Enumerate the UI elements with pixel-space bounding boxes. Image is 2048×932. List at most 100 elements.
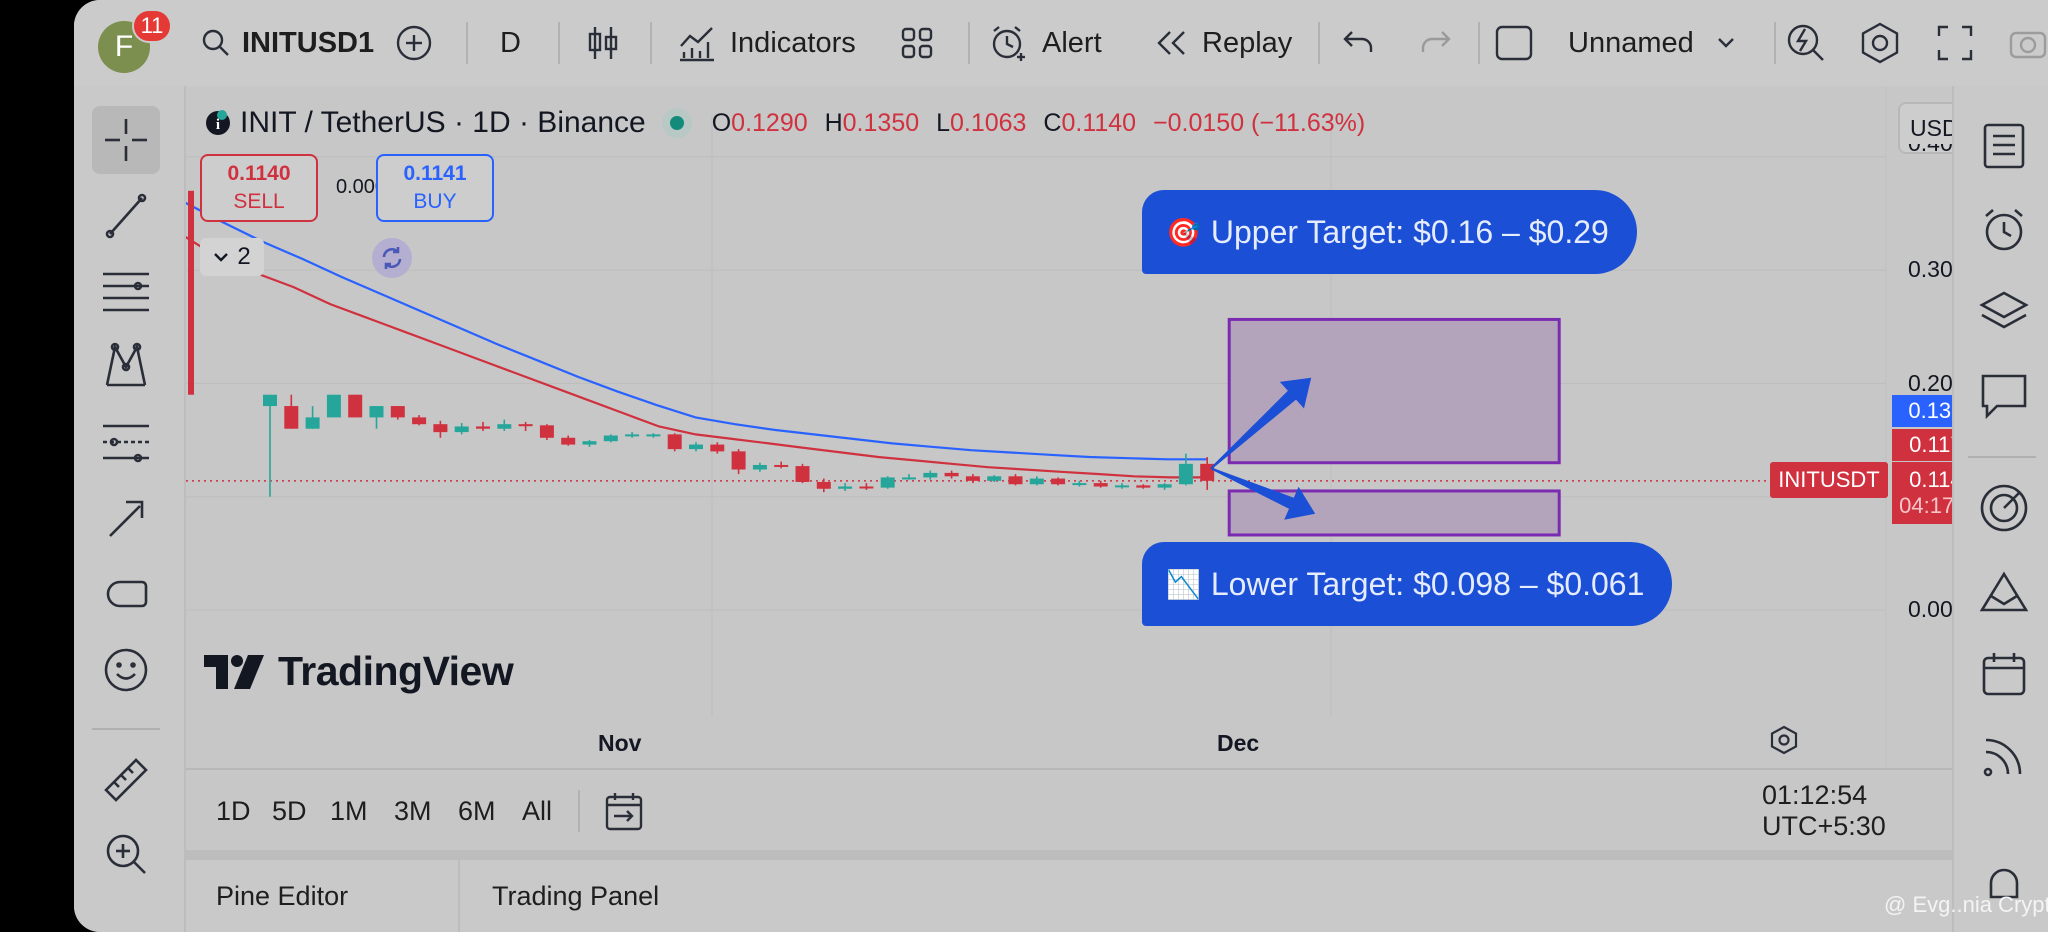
shape-tool[interactable]: [92, 560, 160, 628]
range-5d[interactable]: 5D: [272, 770, 307, 852]
watchlist-button[interactable]: [1974, 116, 2034, 176]
range-3m[interactable]: 3M: [394, 770, 432, 852]
candle-body: [987, 476, 1002, 481]
interval-button[interactable]: D: [500, 0, 521, 86]
axis-settings-button[interactable]: [1766, 722, 1802, 758]
change-value: −0.0150 (−11.63%): [1153, 108, 1366, 137]
lightning-search-icon: [1784, 21, 1828, 65]
indicators-collapse-button[interactable]: 2: [200, 238, 264, 276]
open-value: 0.1290: [731, 108, 808, 137]
fib-lines-icon: [100, 266, 152, 314]
notes-list-icon: [1981, 122, 2027, 170]
refresh-button[interactable]: [372, 238, 412, 278]
top-toolbar: F 11 INITUSD1 D Indicators Alert Replay …: [74, 0, 2048, 86]
candle-body: [284, 406, 299, 429]
fullscreen-button[interactable]: [1936, 0, 1974, 86]
alarm-clock-icon: [1980, 206, 2028, 254]
replay-button[interactable]: Replay: [1154, 0, 1292, 86]
range-1m[interactable]: 1M: [330, 770, 368, 852]
trend-line-tool[interactable]: [92, 182, 160, 250]
indicators-button[interactable]: Indicators: [678, 0, 856, 86]
candle-body: [390, 406, 405, 418]
trading-app: F 11 INITUSD1 D Indicators Alert Replay …: [74, 0, 2048, 932]
market-status-dot: [661, 108, 692, 138]
tradingview-logo: TradingView: [204, 648, 514, 695]
zoom-tool[interactable]: [92, 820, 160, 888]
compare-button[interactable]: [394, 0, 434, 86]
symbol-search[interactable]: INITUSD1: [200, 0, 374, 86]
alerts-panel-button[interactable]: [1974, 200, 2034, 260]
pattern-tool[interactable]: [92, 332, 160, 400]
chart-pane[interactable]: i INIT / TetherUS · 1D · Binance O0.1290…: [186, 86, 2016, 768]
ideas-button[interactable]: [1974, 562, 2034, 622]
templates-button[interactable]: [900, 0, 934, 86]
slow-ma-line: [186, 201, 1208, 461]
buy-label: BUY: [413, 190, 457, 213]
candle-body: [539, 425, 554, 438]
candle-body: [710, 444, 725, 452]
fib-tool[interactable]: [92, 256, 160, 324]
tab-pine-editor[interactable]: Pine Editor: [216, 860, 348, 932]
candle-body: [518, 424, 533, 427]
quick-search-button[interactable]: [1784, 0, 1828, 86]
candle-body: [1178, 463, 1193, 485]
settings-button[interactable]: [1858, 0, 1902, 86]
symbol-title[interactable]: INIT / TetherUS · 1D · Binance: [240, 106, 646, 140]
candle-body: [326, 394, 341, 418]
redo-button[interactable]: [1418, 0, 1452, 86]
camera-icon: [2008, 25, 2048, 61]
undo-button[interactable]: [1342, 0, 1376, 86]
ruler-icon: [102, 756, 150, 804]
chart-type-button[interactable]: [586, 0, 620, 86]
crosshair-tool[interactable]: [92, 106, 160, 174]
tradingview-logo-icon: [204, 654, 266, 689]
candle-body: [1051, 478, 1066, 485]
ohlc-values: O0.1290 H0.1350 L0.1063 C0.1140 −0.0150 …: [711, 108, 1366, 137]
arrow-pen-icon: [102, 494, 150, 542]
measure-tool[interactable]: [92, 746, 160, 814]
brush-tool[interactable]: [92, 484, 160, 552]
sell-label: SELL: [233, 190, 285, 213]
upper-target-label[interactable]: 🎯 Upper Target: $0.16 – $0.29: [1142, 190, 1637, 274]
forecast-tool[interactable]: [92, 408, 160, 476]
hexagon-settings-icon: [1858, 21, 1902, 65]
target-tool-button[interactable]: [1974, 478, 2034, 538]
indicators-icon: [678, 24, 716, 62]
candle-body: [731, 451, 746, 470]
clock-timezone[interactable]: 01:12:54 UTC+5:30: [1762, 770, 1952, 852]
range-6m[interactable]: 6M: [458, 770, 496, 852]
news-feed-button[interactable]: [1974, 726, 2034, 786]
sell-button[interactable]: 0.1140 SELL: [200, 154, 318, 222]
calendar-icon: [1980, 650, 2028, 698]
chats-button[interactable]: [1974, 366, 2034, 426]
range-1d[interactable]: 1D: [216, 770, 251, 852]
mountain-icon: [1979, 570, 2029, 614]
candle-body: [1008, 476, 1023, 485]
interval-label: D: [500, 26, 521, 59]
calendar-button[interactable]: [1974, 644, 2034, 704]
goto-date-button[interactable]: [604, 770, 646, 852]
candle-body: [1115, 485, 1129, 488]
buy-button[interactable]: 0.1141 BUY: [376, 154, 494, 222]
alert-button[interactable]: Alert: [988, 0, 1102, 86]
lower-target-label[interactable]: 📉 Lower Target: $0.098 – $0.061: [1142, 542, 1673, 626]
hexagon-settings-icon: [1769, 725, 1799, 755]
candle-body: [795, 466, 810, 482]
layout-menu[interactable]: Unnamed: [1494, 0, 1736, 86]
range-all[interactable]: All: [522, 770, 552, 852]
object-tree-button[interactable]: [1974, 282, 2034, 342]
chart-down-icon: 📉: [1166, 568, 1201, 600]
candle-body: [433, 424, 448, 433]
symbol-name: INITUSD1: [242, 26, 375, 59]
candle-body: [838, 486, 853, 489]
emoji-tool[interactable]: [92, 636, 160, 704]
candle-body: [752, 464, 767, 470]
tab-trading-panel[interactable]: Trading Panel: [492, 860, 659, 932]
snapshot-button[interactable]: [2008, 0, 2048, 86]
target-icon: [1978, 482, 2030, 534]
watermark: @ Evg..nia Crypto: [1884, 892, 2048, 917]
alarm-clock-icon: [988, 23, 1028, 63]
candle-body: [476, 426, 490, 429]
replay-label: Replay: [1202, 26, 1293, 59]
grid-icon: [900, 26, 934, 60]
